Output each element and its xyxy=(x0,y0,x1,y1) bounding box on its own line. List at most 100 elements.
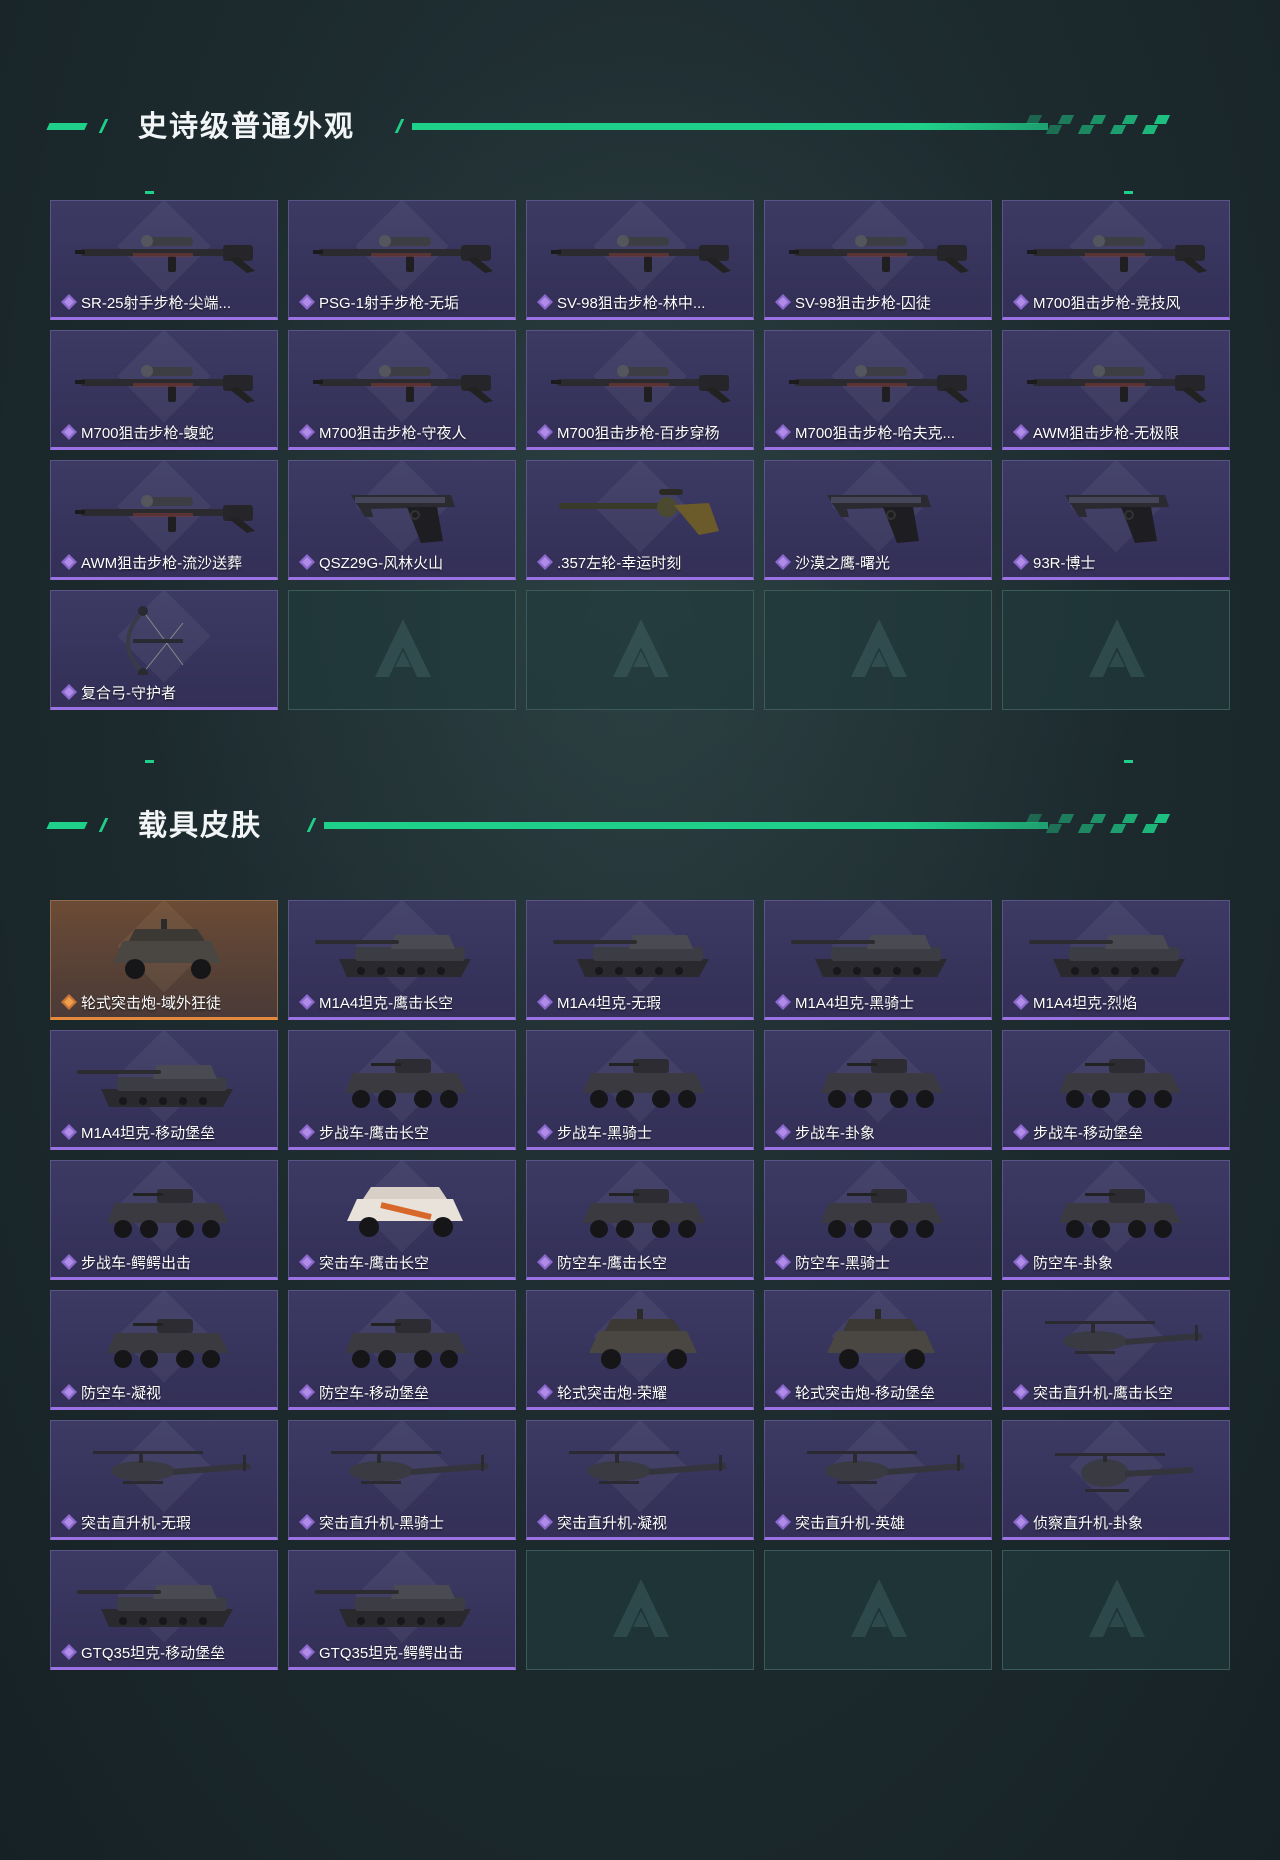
item-card[interactable]: QSZ29G-风林火山 xyxy=(288,460,516,580)
item-card[interactable]: AWM狙击步枪-流沙送葬 xyxy=(50,460,278,580)
item-card[interactable]: M700狙击步枪-守夜人 xyxy=(288,330,516,450)
item-label: M1A4坦克-移动堡垒 xyxy=(61,1123,269,1142)
item-card[interactable]: 侦察直升机-卦象 xyxy=(1002,1420,1230,1540)
rarity-purple-icon xyxy=(299,1254,315,1270)
tank-icon xyxy=(553,935,709,977)
rarity-purple-icon xyxy=(299,1384,315,1400)
header-line xyxy=(324,822,1048,829)
item-card[interactable]: 防空车-凝视 xyxy=(50,1290,278,1410)
item-card[interactable]: 突击直升机-无瑕 xyxy=(50,1420,278,1540)
rarity-gold-icon xyxy=(61,994,77,1010)
item-label: 防空车-黑骑士 xyxy=(775,1253,983,1272)
header-accent-bar xyxy=(46,822,88,829)
item-card[interactable]: 突击直升机-鹰击长空 xyxy=(1002,1290,1230,1410)
item-name: M700狙击步枪-竞技风 xyxy=(1033,294,1181,312)
item-name: 轮式突击炮-域外狂徒 xyxy=(81,994,221,1012)
item-card[interactable]: GTQ35坦克-移动堡垒 xyxy=(50,1550,278,1670)
item-label: 防空车-凝视 xyxy=(61,1383,269,1402)
item-label: 沙漠之鹰-曙光 xyxy=(775,553,983,572)
tank-icon xyxy=(791,935,947,977)
item-card[interactable]: 轮式突击炮-移动堡垒 xyxy=(764,1290,992,1410)
rarity-purple-icon xyxy=(61,424,77,440)
item-name: 步战车-卦象 xyxy=(795,1124,875,1142)
item-card[interactable]: 防空车-卦象 xyxy=(1002,1160,1230,1280)
item-card[interactable]: 突击直升机-英雄 xyxy=(764,1420,992,1540)
item-name: M1A4坦克-烈焰 xyxy=(1033,994,1138,1012)
empty-slot xyxy=(526,1550,754,1670)
item-card[interactable]: M700狙击步枪-百步穿杨 xyxy=(526,330,754,450)
item-card[interactable]: 复合弓-守护者 xyxy=(50,590,278,710)
item-name: 突击直升机-黑骑士 xyxy=(319,1514,444,1532)
item-card[interactable]: M1A4坦克-鹰击长空 xyxy=(288,900,516,1020)
item-card[interactable]: SV-98狙击步枪-林中... xyxy=(526,200,754,320)
section-header-epic-skins: 史诗级普通外观 xyxy=(46,107,1198,147)
item-card[interactable]: SV-98狙击步枪-囚徒 xyxy=(764,200,992,320)
item-card[interactable]: 沙漠之鹰-曙光 xyxy=(764,460,992,580)
item-name: 93R-博士 xyxy=(1033,554,1096,572)
item-card[interactable]: 防空车-黑骑士 xyxy=(764,1160,992,1280)
item-card[interactable]: M1A4坦克-烈焰 xyxy=(1002,900,1230,1020)
item-name: 轮式突击炮-移动堡垒 xyxy=(795,1384,935,1402)
item-card[interactable]: 轮式突击炮-域外狂徒 xyxy=(50,900,278,1020)
rarity-purple-icon xyxy=(61,1124,77,1140)
item-label: M700狙击步枪-哈夫克... xyxy=(775,423,983,442)
item-card[interactable]: 轮式突击炮-荣耀 xyxy=(526,1290,754,1410)
helicopter-icon xyxy=(93,1451,251,1484)
item-label: 突击直升机-黑骑士 xyxy=(299,1513,507,1532)
ifv-icon xyxy=(107,1319,229,1368)
item-card[interactable]: GTQ35坦克-鳄鳄出击 xyxy=(288,1550,516,1670)
item-label: SV-98狙击步枪-林中... xyxy=(537,293,745,312)
item-label: .357左轮-幸运时刻 xyxy=(537,553,745,572)
section-title: 史诗级普通外观 xyxy=(138,111,356,143)
rarity-purple-icon xyxy=(61,554,77,570)
empty-slot xyxy=(288,590,516,710)
item-card[interactable]: M1A4坦克-黑骑士 xyxy=(764,900,992,1020)
item-label: 轮式突击炮-荣耀 xyxy=(537,1383,745,1402)
sniper-rifle-icon xyxy=(75,235,255,273)
item-card[interactable]: 步战车-鹰击长空 xyxy=(288,1030,516,1150)
pistol-icon xyxy=(1065,495,1169,543)
item-card[interactable]: 步战车-卦象 xyxy=(764,1030,992,1150)
item-label: GTQ35坦克-鳄鳄出击 xyxy=(299,1643,507,1662)
item-card[interactable]: AWM狙击步枪-无极限 xyxy=(1002,330,1230,450)
item-card[interactable]: M700狙击步枪-蝮蛇 xyxy=(50,330,278,450)
checker-square xyxy=(1141,824,1159,833)
rarity-purple-icon xyxy=(299,1514,315,1530)
item-name: 防空车-凝视 xyxy=(81,1384,161,1402)
ifv-icon xyxy=(345,1319,467,1368)
item-card[interactable]: 突击直升机-黑骑士 xyxy=(288,1420,516,1540)
item-label: 轮式突击炮-域外狂徒 xyxy=(61,993,269,1012)
item-card[interactable]: 防空车-鹰击长空 xyxy=(526,1160,754,1280)
item-name: 复合弓-守护者 xyxy=(81,684,176,702)
item-card[interactable]: M1A4坦克-移动堡垒 xyxy=(50,1030,278,1150)
item-card[interactable]: SR-25射手步枪-尖端... xyxy=(50,200,278,320)
item-name: GTQ35坦克-移动堡垒 xyxy=(81,1644,226,1662)
item-card[interactable]: 步战车-移动堡垒 xyxy=(1002,1030,1230,1150)
item-card[interactable]: M1A4坦克-无瑕 xyxy=(526,900,754,1020)
item-name: 轮式突击炮-荣耀 xyxy=(557,1384,667,1402)
item-card[interactable]: .357左轮-幸运时刻 xyxy=(526,460,754,580)
item-card[interactable]: 步战车-黑骑士 xyxy=(526,1030,754,1150)
item-card[interactable]: M700狙击步枪-哈夫克... xyxy=(764,330,992,450)
item-label: 突击直升机-鹰击长空 xyxy=(1013,1383,1221,1402)
rarity-purple-icon xyxy=(775,424,791,440)
item-label: M700狙击步枪-百步穿杨 xyxy=(537,423,745,442)
rarity-purple-icon xyxy=(1013,294,1029,310)
item-card[interactable]: 突击车-鹰击长空 xyxy=(288,1160,516,1280)
checker-square xyxy=(1089,115,1107,124)
item-label: AWM狙击步枪-无极限 xyxy=(1013,423,1221,442)
item-name: 沙漠之鹰-曙光 xyxy=(795,554,890,572)
item-card[interactable]: M700狙击步枪-竞技风 xyxy=(1002,200,1230,320)
item-card[interactable]: 突击直升机-凝视 xyxy=(526,1420,754,1540)
item-card[interactable]: 93R-博士 xyxy=(1002,460,1230,580)
item-name: 防空车-移动堡垒 xyxy=(319,1384,429,1402)
item-label: 步战车-黑骑士 xyxy=(537,1123,745,1142)
item-card[interactable]: 步战车-鳄鳄出击 xyxy=(50,1160,278,1280)
corner-dash xyxy=(1124,191,1133,194)
checker-square xyxy=(1141,125,1159,134)
rarity-purple-icon xyxy=(299,1124,315,1140)
sniper-rifle-icon xyxy=(75,495,255,533)
item-card[interactable]: 防空车-移动堡垒 xyxy=(288,1290,516,1410)
item-label: M1A4坦克-无瑕 xyxy=(537,993,745,1012)
item-card[interactable]: PSG-1射手步枪-无垢 xyxy=(288,200,516,320)
